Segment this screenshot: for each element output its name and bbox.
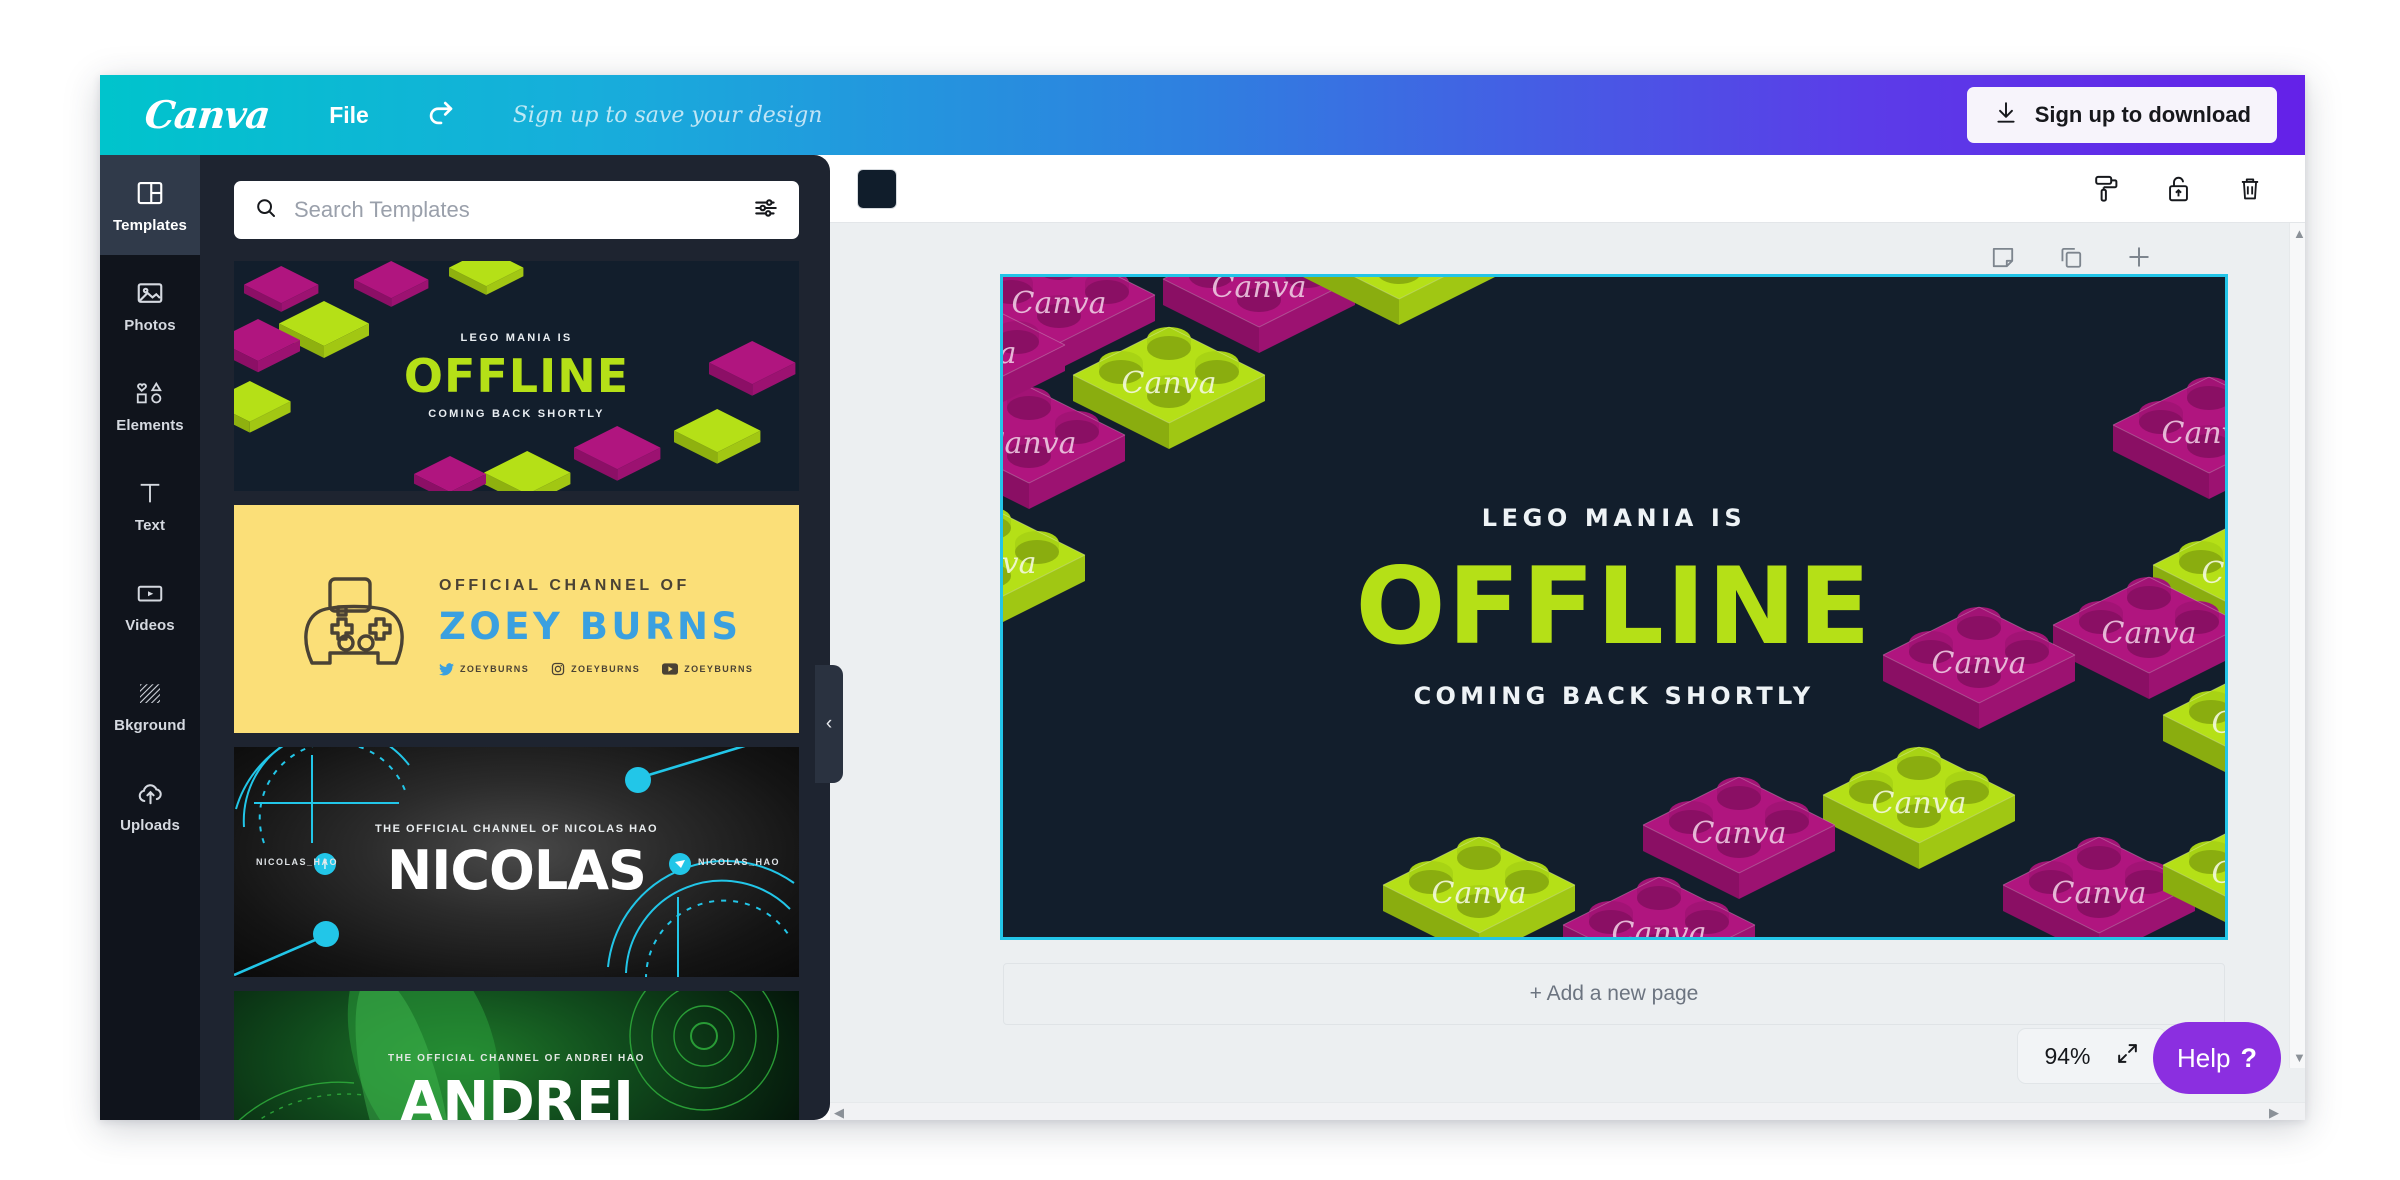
- page-controls: [1989, 243, 2153, 271]
- templates-icon: [133, 176, 167, 210]
- social-handle: ZOEYBURNS: [684, 664, 754, 674]
- social-handle: ZOEYBURNS: [571, 664, 641, 674]
- help-question-mark-icon: ?: [2240, 1042, 2257, 1073]
- help-button-label: Help: [2177, 1042, 2231, 1073]
- elements-icon: [133, 376, 167, 410]
- template-subtitle-top: LEGO MANIA IS: [460, 332, 573, 344]
- template-subtitle-top: OFFICIAL CHANNEL OF: [439, 577, 690, 594]
- list-item[interactable]: OFFICIAL CHANNEL OF ZOEY BURNS ZOEYBURNS…: [234, 505, 799, 733]
- chevron-left-icon: ‹: [825, 713, 833, 734]
- sidebar-item-label: Photos: [124, 317, 176, 334]
- social-handle: ZOEYBURNS: [460, 664, 530, 674]
- text-icon: [133, 476, 167, 510]
- add-page-plus-icon[interactable]: [2125, 243, 2153, 271]
- download-icon: [1993, 100, 2019, 131]
- list-item[interactable]: THE OFFICIAL CHANNEL OF ANDREI HAO ANDRE…: [234, 991, 799, 1120]
- help-button[interactable]: Help ?: [2153, 1022, 2281, 1094]
- canvas-subtitle-bottom[interactable]: COMING BACK SHORTLY: [1414, 682, 1815, 710]
- collapse-panel-button[interactable]: ‹: [815, 665, 843, 783]
- list-item[interactable]: f NICOLAS_HAO NICOLAS_HAO THE OFFICIAL C…: [234, 747, 799, 977]
- search-input[interactable]: [294, 197, 753, 223]
- scroll-down-arrow-icon[interactable]: ▼: [2293, 1051, 2305, 1064]
- trash-icon[interactable]: [2235, 173, 2265, 205]
- scroll-right-arrow-icon[interactable]: ▶: [2269, 1106, 2279, 1119]
- uploads-icon: [133, 776, 167, 810]
- sidebar-item-uploads[interactable]: Uploads: [100, 755, 200, 855]
- sidebar-item-label: Bkground: [114, 717, 186, 734]
- sidebar-item-label: Elements: [116, 417, 184, 434]
- background-icon: [133, 676, 167, 710]
- scroll-up-arrow-icon[interactable]: ▲: [2293, 227, 2305, 240]
- paint-roller-icon[interactable]: [2091, 173, 2121, 205]
- editor-area: Canva: [830, 155, 2305, 1120]
- template-title: ZOEY BURNS: [439, 605, 742, 648]
- template-title: NICOLAS: [387, 838, 647, 902]
- vertical-scrollbar[interactable]: ▲ ▼: [2289, 223, 2305, 1068]
- sign-up-to-download-button[interactable]: Sign up to download: [1966, 87, 2277, 143]
- canvas-subtitle-top[interactable]: LEGO MANIA IS: [1482, 504, 1747, 532]
- photos-icon: [133, 276, 167, 310]
- template-thumbnail-list[interactable]: LEGO MANIA IS OFFLINE COMING BACK SHORTL…: [234, 261, 799, 1120]
- file-menu[interactable]: File: [329, 102, 369, 129]
- scroll-left-arrow-icon[interactable]: ◀: [834, 1106, 844, 1119]
- sidebar-item-label: Uploads: [120, 817, 180, 834]
- videos-icon: [133, 576, 167, 610]
- fullscreen-expand-icon[interactable]: [2115, 1041, 2140, 1071]
- instagram-icon: [551, 662, 565, 676]
- sidebar-item-templates[interactable]: Templates: [100, 155, 200, 255]
- sidebar-item-text[interactable]: Text: [100, 455, 200, 555]
- sidebar-item-elements[interactable]: Elements: [100, 355, 200, 455]
- context-toolbar: [830, 155, 2305, 223]
- sidebar-item-label: Templates: [113, 217, 187, 234]
- horizontal-scrollbar[interactable]: ◀ ▶: [830, 1102, 2305, 1120]
- save-design-hint[interactable]: Sign up to save your design: [513, 103, 823, 128]
- sidebar-item-videos[interactable]: Videos: [100, 555, 200, 655]
- search-icon: [254, 196, 278, 225]
- canvas-text-group: LEGO MANIA IS OFFLINE COMING BACK SHORTL…: [1003, 277, 2225, 937]
- twitter-icon: [439, 662, 454, 675]
- sidebar-item-label: Videos: [125, 617, 175, 634]
- add-new-page-button[interactable]: + Add a new page: [1003, 963, 2225, 1025]
- add-note-icon[interactable]: [1989, 243, 2017, 271]
- top-bar: Canva File Sign up to save your design S…: [100, 75, 2305, 155]
- undo-arrow-icon[interactable]: [424, 96, 458, 135]
- template-subtitle-bottom: COMING BACK SHORTLY: [428, 408, 605, 420]
- list-item[interactable]: LEGO MANIA IS OFFLINE COMING BACK SHORTL…: [234, 261, 799, 491]
- template-subtitle-top: THE OFFICIAL CHANNEL OF ANDREI HAO: [388, 1053, 645, 1064]
- canva-logo[interactable]: Canva: [143, 92, 272, 137]
- sidebar-item-background[interactable]: Bkground: [100, 655, 200, 755]
- canvas-title[interactable]: OFFLINE: [1355, 554, 1872, 660]
- sidebar-item-label: Text: [134, 517, 166, 534]
- page-color-swatch[interactable]: [858, 169, 896, 208]
- youtube-icon: [662, 663, 679, 675]
- template-title: OFFLINE: [403, 349, 630, 403]
- download-button-label: Sign up to download: [2034, 102, 2251, 127]
- left-tool-rail: Templates Photos Elements Text Videos Bk…: [100, 155, 200, 1120]
- duplicate-page-icon[interactable]: [2057, 243, 2085, 271]
- templates-panel: LEGO MANIA IS OFFLINE COMING BACK SHORTL…: [200, 155, 830, 1120]
- template-title: ANDREI: [400, 1070, 634, 1120]
- unlock-padlock-icon[interactable]: [2163, 173, 2193, 205]
- zoom-control[interactable]: 94%: [2017, 1028, 2167, 1084]
- zoom-level-value: 94%: [2044, 1042, 2091, 1069]
- gamepad-icon: [294, 567, 414, 682]
- search-bar[interactable]: [234, 181, 799, 239]
- template-subtitle-top: THE OFFICIAL CHANNEL OF NICOLAS HAO: [374, 822, 659, 835]
- sidebar-item-photos[interactable]: Photos: [100, 255, 200, 355]
- design-canvas[interactable]: Canva: [1000, 274, 2228, 940]
- filter-sliders-icon[interactable]: [753, 195, 779, 226]
- canva-editor-window: Canva File Sign up to save your design S…: [100, 75, 2305, 1120]
